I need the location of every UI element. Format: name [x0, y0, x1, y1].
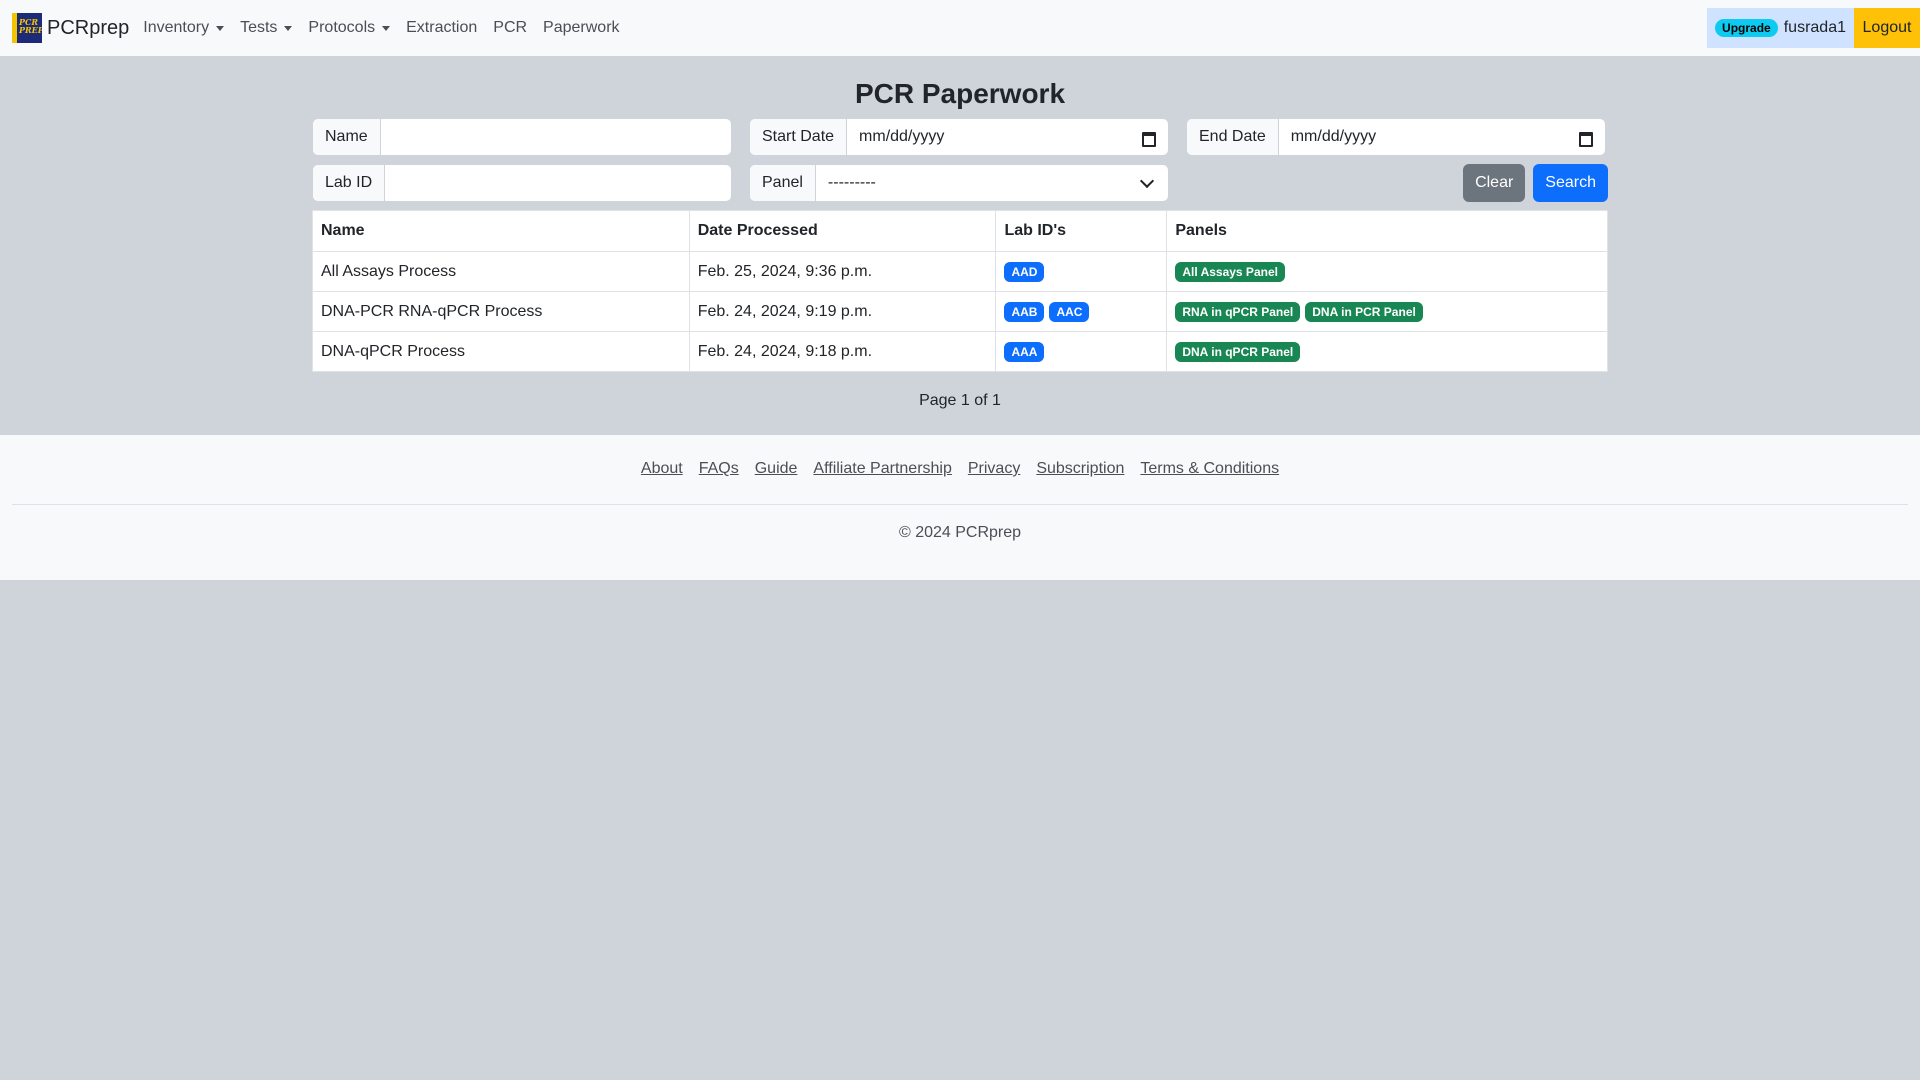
- row-lab-ids: AAA: [995, 331, 1168, 372]
- row-panels: RNA in qPCR Panel DNA in PCR Panel: [1166, 291, 1608, 332]
- end-date-input[interactable]: mm/dd/yyyy: [1279, 119, 1605, 155]
- user-area: Upgrade fusrada1 Logout: [1707, 8, 1920, 48]
- paperwork-table: Name Date Processed Lab ID's Panels All …: [312, 210, 1608, 372]
- panel-badge[interactable]: DNA in PCR Panel: [1305, 301, 1423, 322]
- lab-id-badge[interactable]: AAA: [1004, 341, 1045, 362]
- page-title: PCR Paperwork: [854, 78, 1066, 109]
- table-row[interactable]: DNA-PCR RNA-qPCR Process Feb. 24, 2024, …: [312, 291, 1608, 332]
- upgrade-badge[interactable]: Upgrade: [1715, 19, 1778, 37]
- lab-id-badge[interactable]: AAC: [1049, 301, 1090, 322]
- footer-link-guide[interactable]: Guide: [755, 460, 798, 478]
- row-panels: All Assays Panel: [1166, 251, 1608, 292]
- search-button[interactable]: Search: [1533, 164, 1608, 202]
- header-name: Name: [312, 210, 690, 252]
- footer-link-faqs[interactable]: FAQs: [699, 460, 739, 478]
- brand-link[interactable]: PCR PREP PCRprep: [12, 13, 129, 43]
- row-name: All Assays Process: [312, 251, 690, 292]
- footer-link-terms[interactable]: Terms & Conditions: [1140, 460, 1279, 478]
- filter-row-1: Name Start Date mm/dd/yyyy End Date mm/d…: [312, 118, 1608, 156]
- row-lab-ids: AAD: [995, 251, 1168, 292]
- calendar-icon[interactable]: [1579, 130, 1593, 147]
- panel-badge[interactable]: DNA in qPCR Panel: [1175, 341, 1301, 362]
- panel-select[interactable]: ---------: [816, 165, 1168, 201]
- name-filter: Name: [312, 118, 732, 156]
- footer-link-affiliate[interactable]: Affiliate Partnership: [813, 460, 951, 478]
- nav-inventory-dropdown[interactable]: Inventory: [143, 19, 225, 37]
- start-date-filter: Start Date mm/dd/yyyy: [749, 118, 1169, 156]
- pcrprep-logo-icon: PCR PREP: [12, 13, 42, 43]
- start-date-input[interactable]: mm/dd/yyyy: [847, 119, 1168, 155]
- row-lab-ids: AAB AAC: [995, 291, 1168, 332]
- header-date-processed: Date Processed: [688, 210, 997, 252]
- filter-row-2: Lab ID Panel --------- Clear Search: [312, 164, 1608, 202]
- lab-id-badge[interactable]: AAB: [1004, 301, 1045, 322]
- row-name: DNA-PCR RNA-qPCR Process: [312, 291, 690, 332]
- name-input[interactable]: [381, 119, 731, 155]
- name-filter-label: Name: [313, 119, 381, 155]
- table-row[interactable]: All Assays Process Feb. 25, 2024, 9:36 p…: [312, 251, 1608, 292]
- logout-button[interactable]: Logout: [1854, 8, 1920, 48]
- header-lab-ids: Lab ID's: [995, 210, 1168, 252]
- panel-filter: Panel ---------: [749, 164, 1169, 202]
- nav-links: Inventory Tests Protocols Extraction PCR…: [143, 19, 635, 37]
- row-date: Feb. 25, 2024, 9:36 p.m.: [688, 251, 997, 292]
- calendar-icon[interactable]: [1142, 130, 1156, 147]
- footer: About FAQs Guide Affiliate Partnership P…: [0, 435, 1920, 580]
- table-row[interactable]: DNA-qPCR Process Feb. 24, 2024, 9:18 p.m…: [312, 331, 1608, 372]
- footer-link-about[interactable]: About: [641, 460, 683, 478]
- row-panels: DNA in qPCR Panel: [1166, 331, 1608, 372]
- nav-tests-dropdown[interactable]: Tests: [240, 19, 293, 37]
- table-header-row: Name Date Processed Lab ID's Panels: [312, 210, 1608, 252]
- row-date: Feb. 24, 2024, 9:19 p.m.: [688, 291, 997, 332]
- footer-link-subscription[interactable]: Subscription: [1036, 460, 1124, 478]
- header-panels: Panels: [1166, 210, 1608, 252]
- chevron-down-icon: [216, 25, 225, 31]
- panel-label: Panel: [750, 165, 816, 201]
- brand-name: PCRprep: [47, 16, 130, 39]
- nav-paperwork-link[interactable]: Paperwork: [543, 19, 619, 37]
- footer-divider: [12, 504, 1908, 505]
- main-content: PCR Paperwork Name Start Date mm/dd/yyyy…: [312, 76, 1608, 412]
- chevron-down-icon: [382, 25, 391, 31]
- footer-links: About FAQs Guide Affiliate Partnership P…: [0, 460, 1920, 478]
- chevron-down-icon: [1139, 173, 1155, 188]
- user-box: Upgrade fusrada1: [1707, 8, 1854, 48]
- end-date-label: End Date: [1187, 119, 1279, 155]
- panel-badge[interactable]: All Assays Panel: [1175, 261, 1285, 282]
- end-date-filter: End Date mm/dd/yyyy: [1186, 118, 1606, 156]
- clear-button[interactable]: Clear: [1463, 164, 1526, 202]
- start-date-label: Start Date: [750, 119, 848, 155]
- lab-id-input[interactable]: [385, 165, 731, 201]
- filter-buttons: Clear Search: [1463, 164, 1608, 202]
- lab-id-filter: Lab ID: [312, 164, 732, 202]
- lab-id-label: Lab ID: [313, 165, 386, 201]
- nav-protocols-dropdown[interactable]: Protocols: [308, 19, 391, 37]
- pagination-text: Page 1 of 1: [919, 392, 1001, 409]
- chevron-down-icon: [284, 25, 293, 31]
- top-navbar: PCR PREP PCRprep Inventory Tests Protoco…: [0, 0, 1920, 56]
- username: fusrada1: [1783, 19, 1846, 36]
- row-name: DNA-qPCR Process: [312, 331, 690, 372]
- row-date: Feb. 24, 2024, 9:18 p.m.: [688, 331, 997, 372]
- lab-id-badge[interactable]: AAD: [1004, 261, 1045, 282]
- panel-badge[interactable]: RNA in qPCR Panel: [1175, 301, 1301, 322]
- copyright: © 2024 PCRprep: [898, 524, 1022, 541]
- nav-pcr-link[interactable]: PCR: [493, 19, 527, 37]
- nav-extraction-link[interactable]: Extraction: [406, 19, 477, 37]
- footer-link-privacy[interactable]: Privacy: [968, 460, 1020, 478]
